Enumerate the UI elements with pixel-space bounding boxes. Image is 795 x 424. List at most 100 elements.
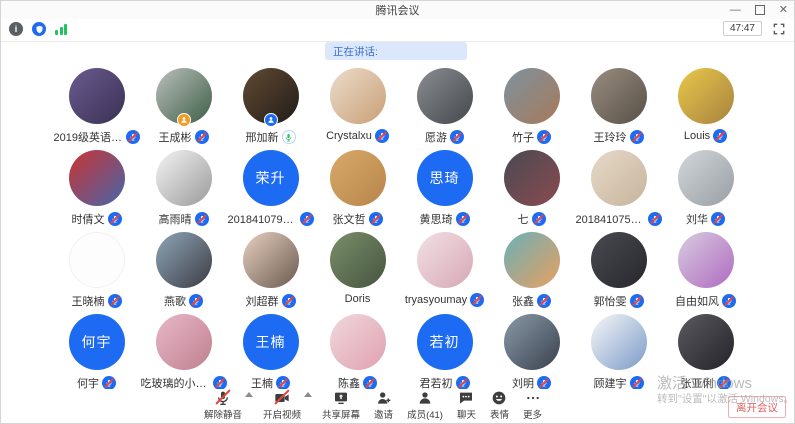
- participant-nameline: 王成彬: [159, 129, 209, 145]
- participant-cell[interactable]: 邢加新: [227, 63, 314, 145]
- toolbar-button-more[interactable]: 更多: [523, 389, 542, 421]
- mic-muted-icon: [213, 376, 227, 390]
- participant-avatar: [417, 232, 473, 288]
- toolbar-button-invite[interactable]: 邀请: [374, 389, 393, 421]
- meeting-window: 腾讯会议 — ✕ i 47:47 正在讲话: 2019级英语五...王成彬邢加新…: [0, 0, 795, 424]
- participant-name: 张鑫: [512, 293, 534, 309]
- participant-avatar: [330, 68, 386, 124]
- participant-name: 时倩文: [72, 211, 105, 227]
- participant-nameline: 刘华: [686, 211, 725, 227]
- toolbar-button-share-screen[interactable]: 共享屏幕: [322, 389, 360, 421]
- participant-name: 刘华: [686, 211, 708, 227]
- cohost-badge-icon: [264, 113, 278, 127]
- meeting-info-icon[interactable]: i: [9, 22, 23, 36]
- participant-cell[interactable]: 何宇何宇: [53, 309, 140, 391]
- toolbar-button-members[interactable]: 成员(41): [407, 389, 443, 421]
- participant-name: 2018410756雷...: [576, 211, 645, 227]
- mic-muted-icon: [713, 129, 727, 143]
- participant-cell[interactable]: 时倩文: [53, 145, 140, 227]
- participant-nameline: 2018410796王...: [228, 211, 314, 227]
- participant-name: Louis: [684, 130, 710, 142]
- toolbar-button-emoji[interactable]: 表情: [490, 389, 509, 421]
- mic-muted-icon: [108, 212, 122, 226]
- person-icon: [416, 389, 434, 406]
- toolbar-button-label: 更多: [523, 407, 542, 421]
- participant-cell[interactable]: 燕歌: [140, 227, 227, 309]
- participant-cell[interactable]: 顾建宇: [575, 309, 662, 391]
- participant-cell[interactable]: 刘超群: [227, 227, 314, 309]
- participant-avatar: [156, 150, 212, 206]
- participant-cell[interactable]: 陈鑫: [314, 309, 401, 391]
- participant-cell[interactable]: 愿游: [401, 63, 488, 145]
- network-signal-icon[interactable]: [55, 23, 67, 35]
- caret-up-icon[interactable]: [245, 392, 253, 397]
- toolbar-button-unmute[interactable]: 解除静音: [204, 389, 242, 421]
- participant-name: 王成彬: [159, 129, 192, 145]
- mic-muted-icon: [630, 294, 644, 308]
- toolbar-button-label: 邀请: [374, 407, 393, 421]
- participant-avatar: [678, 68, 734, 124]
- participant-cell[interactable]: Crystalxu: [314, 63, 401, 145]
- mic-muted-icon: [195, 212, 209, 226]
- toolbar-button-label: 聊天: [457, 407, 476, 421]
- participant-name: 张文哲: [333, 211, 366, 227]
- participant-cell[interactable]: 王玲玲: [575, 63, 662, 145]
- mic-muted-icon: [369, 212, 383, 226]
- mic-muted-icon: [456, 376, 470, 390]
- mic-muted-icon: [648, 212, 662, 226]
- participant-cell[interactable]: 自由如风: [662, 227, 749, 309]
- caret-up-icon[interactable]: [304, 392, 312, 397]
- participant-name: Crystalxu: [326, 130, 372, 142]
- participant-nameline: 王玲玲: [594, 129, 644, 145]
- mic-muted-icon: [363, 376, 377, 390]
- participant-name: 2018410796王...: [228, 211, 297, 227]
- participant-cell[interactable]: 2018410756雷...: [575, 145, 662, 227]
- toolbar-button-start-video[interactable]: 开启视频: [263, 389, 301, 421]
- security-shield-icon[interactable]: [32, 22, 46, 36]
- participant-cell[interactable]: Doris: [314, 227, 401, 309]
- maximize-icon[interactable]: [755, 5, 765, 15]
- participant-cell[interactable]: 张文哲: [314, 145, 401, 227]
- mic-muted-icon: [195, 130, 209, 144]
- participant-cell[interactable]: 张鑫: [488, 227, 575, 309]
- participant-cell[interactable]: 王晓楠: [53, 227, 140, 309]
- participant-cell[interactable]: 若初君若初: [401, 309, 488, 391]
- participant-cell[interactable]: Louis: [662, 63, 749, 145]
- participant-nameline: 王晓楠: [72, 293, 122, 309]
- participant-cell[interactable]: 思琦黄思琦: [401, 145, 488, 227]
- minimize-icon[interactable]: —: [730, 1, 741, 19]
- participant-name: 2019级英语五...: [54, 129, 123, 145]
- participant-cell[interactable]: 2019级英语五...: [53, 63, 140, 145]
- participant-cell[interactable]: 高雨晴: [140, 145, 227, 227]
- mic-muted-icon: [630, 130, 644, 144]
- participant-avatar: 王楠: [243, 314, 299, 370]
- participant-cell[interactable]: 王成彬: [140, 63, 227, 145]
- mic-muted-icon: [126, 130, 140, 144]
- chat-icon: [457, 389, 475, 406]
- fullscreen-icon[interactable]: [772, 22, 786, 36]
- participant-cell[interactable]: 竹子: [488, 63, 575, 145]
- participant-cell[interactable]: 七: [488, 145, 575, 227]
- participant-nameline: 2018410756雷...: [576, 211, 662, 227]
- mic-muted-icon: [470, 293, 484, 307]
- participant-nameline: Louis: [684, 129, 727, 143]
- participant-avatar: [69, 150, 125, 206]
- toolbar-button-chat[interactable]: 聊天: [457, 389, 476, 421]
- participant-cell[interactable]: 吃玻璃的小海苔: [140, 309, 227, 391]
- close-icon[interactable]: ✕: [779, 1, 788, 19]
- participant-cell[interactable]: 刘华: [662, 145, 749, 227]
- participant-cell[interactable]: 郭怡雯: [575, 227, 662, 309]
- participant-name: 王玲玲: [594, 129, 627, 145]
- participant-cell[interactable]: 王楠王楠: [227, 309, 314, 391]
- participant-avatar: [504, 68, 560, 124]
- participant-nameline: 张文哲: [333, 211, 383, 227]
- mic-muted-icon: [375, 129, 389, 143]
- participant-cell[interactable]: tryasyoumay: [401, 227, 488, 309]
- mic-muted-icon: [450, 130, 464, 144]
- participant-nameline: 愿游: [425, 129, 464, 145]
- mic-muted-icon: [537, 130, 551, 144]
- participant-name: 竹子: [512, 129, 534, 145]
- participant-cell[interactable]: 刘明: [488, 309, 575, 391]
- toolbar-button-label: 表情: [490, 407, 509, 421]
- participant-cell[interactable]: 荣升2018410796王...: [227, 145, 314, 227]
